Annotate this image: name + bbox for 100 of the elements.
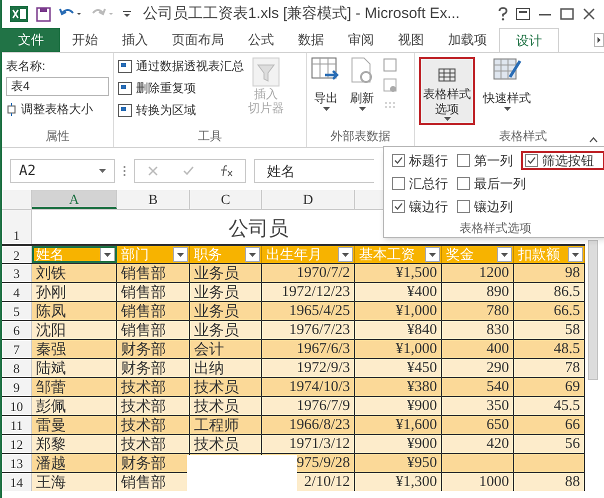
caret-icon bbox=[504, 107, 510, 111]
caret-icon bbox=[358, 107, 366, 111]
drag-handle-icon bbox=[123, 165, 126, 177]
checkbox[interactable] bbox=[457, 200, 470, 213]
header-text: 姓名 bbox=[36, 246, 64, 263]
column-header[interactable]: B bbox=[117, 190, 190, 209]
ribbon-tab[interactable]: 开始 bbox=[60, 28, 110, 52]
help-icon[interactable] bbox=[498, 7, 508, 21]
window-title: 公司员工工资表1.xls [兼容模式] - Microsoft Ex... bbox=[143, 4, 460, 24]
style-option[interactable]: 第一列 bbox=[453, 151, 521, 170]
tool-icon bbox=[118, 60, 132, 72]
filter-dropdown-icon[interactable] bbox=[425, 247, 440, 262]
name-box[interactable]: A2 bbox=[10, 159, 115, 183]
table-name-field[interactable]: 表4 bbox=[6, 77, 109, 96]
style-option[interactable]: 汇总行 bbox=[388, 174, 453, 193]
formula-field[interactable]: 姓名 bbox=[254, 159, 374, 183]
collapse-ribbon-icon[interactable] bbox=[589, 137, 598, 143]
row-number[interactable]: 5 bbox=[2, 302, 32, 320]
ribbon-tab[interactable]: 视图 bbox=[386, 28, 436, 52]
style-option[interactable]: 镶边列 bbox=[453, 197, 521, 216]
ribbon-tab[interactable]: 公式 bbox=[236, 28, 286, 52]
style-option[interactable]: 标题行 bbox=[388, 151, 453, 170]
scroll-right-icon[interactable] bbox=[594, 33, 604, 47]
style-option[interactable]: 镶边行 bbox=[388, 197, 453, 216]
filter-dropdown-icon[interactable] bbox=[100, 247, 115, 262]
group-label: 表格样式选项 bbox=[458, 220, 532, 237]
tool-icon bbox=[118, 104, 132, 116]
table-cell: 王海 bbox=[32, 473, 117, 491]
row-number[interactable]: 14 bbox=[2, 473, 32, 491]
table-name-label: 表名称: bbox=[6, 58, 46, 75]
caret-icon bbox=[322, 107, 330, 111]
table-grid-icon bbox=[438, 67, 456, 83]
caret-icon bbox=[99, 169, 106, 173]
row-number[interactable]: 12 bbox=[2, 435, 32, 453]
header-text: 基本工资 bbox=[359, 246, 415, 263]
filter-dropdown-icon[interactable] bbox=[568, 247, 583, 262]
scrollbar-thumb[interactable] bbox=[588, 240, 598, 380]
resize-table-button[interactable]: 调整表格大小 bbox=[21, 100, 93, 118]
save-icon[interactable] bbox=[36, 6, 51, 22]
ribbon-tab[interactable]: 加载项 bbox=[436, 28, 499, 52]
style-options-button[interactable]: 表格样式 选项 bbox=[419, 57, 475, 125]
filter-dropdown-icon[interactable] bbox=[338, 247, 353, 262]
filter-dropdown-icon[interactable] bbox=[245, 247, 260, 262]
row-number[interactable]: 11 bbox=[2, 416, 32, 434]
group-label: 属性 bbox=[44, 128, 70, 145]
sheet-title: 公司员 bbox=[228, 217, 288, 242]
row-number[interactable]: 9 bbox=[2, 378, 32, 396]
row-number[interactable]: 13 bbox=[2, 454, 32, 472]
header-text: 职务 bbox=[194, 246, 222, 263]
checkbox[interactable] bbox=[392, 177, 405, 190]
column-header[interactable]: C bbox=[190, 190, 262, 209]
group-label: 外部表数据 bbox=[330, 128, 392, 145]
header-text: 奖金 bbox=[446, 246, 474, 263]
row-number[interactable]: 6 bbox=[2, 321, 32, 339]
resize-icon bbox=[6, 102, 17, 116]
ribbon-display-icon[interactable] bbox=[516, 8, 530, 20]
row-number[interactable]: 8 bbox=[2, 359, 32, 377]
ribbon-tab[interactable]: 设计 bbox=[499, 28, 559, 52]
row-number[interactable]: 4 bbox=[2, 283, 32, 301]
quick-styles-button[interactable]: 快速样式 bbox=[483, 57, 531, 111]
slicer-icon bbox=[252, 57, 280, 87]
group-label: 表格样式 bbox=[498, 128, 548, 145]
tool-button[interactable]: 转换为区域 bbox=[136, 101, 196, 119]
tool-button[interactable]: 通过数据透视表汇总 bbox=[136, 57, 244, 75]
column-header[interactable]: D bbox=[262, 190, 355, 209]
ribbon-tab[interactable]: 文件 bbox=[2, 28, 60, 52]
checkbox[interactable] bbox=[392, 154, 405, 167]
maximize-icon[interactable] bbox=[560, 8, 574, 20]
row-number[interactable]: 10 bbox=[2, 397, 32, 415]
ribbon-tab[interactable]: 审阅 bbox=[336, 28, 386, 52]
excel-logo-icon bbox=[10, 6, 28, 22]
row-number[interactable]: 3 bbox=[2, 264, 32, 282]
row-number[interactable]: 7 bbox=[2, 340, 32, 358]
checkbox[interactable] bbox=[457, 177, 470, 190]
row-number[interactable]: 1 bbox=[2, 210, 32, 244]
style-option[interactable]: 筛选按钮 bbox=[521, 151, 604, 170]
export-button[interactable]: 导出 bbox=[311, 57, 341, 111]
table-cell: ¥1,300 bbox=[355, 473, 442, 491]
checkbox[interactable] bbox=[392, 200, 405, 213]
ribbon-tab[interactable]: 插入 bbox=[110, 28, 160, 52]
refresh-button[interactable]: 刷新 bbox=[349, 57, 375, 111]
header-text: 扣款额 bbox=[518, 246, 560, 263]
row-number[interactable]: 2 bbox=[2, 246, 32, 263]
ribbon-tab[interactable]: 数据 bbox=[286, 28, 336, 52]
ribbon-tab[interactable]: 页面布局 bbox=[160, 28, 236, 52]
filter-dropdown-icon[interactable] bbox=[497, 247, 512, 262]
caret-icon bbox=[444, 117, 450, 121]
column-header[interactable]: A bbox=[32, 190, 117, 209]
tool-button[interactable]: 删除重复项 bbox=[136, 79, 196, 97]
tool-icon bbox=[118, 82, 132, 94]
table-cell: 1000 bbox=[442, 473, 514, 491]
header-text: 出生年月 bbox=[266, 246, 322, 263]
table-cell: 88 bbox=[514, 473, 585, 491]
filter-dropdown-icon[interactable] bbox=[173, 247, 188, 262]
checkbox[interactable] bbox=[457, 154, 470, 167]
checkbox[interactable] bbox=[525, 154, 538, 167]
close-icon[interactable] bbox=[582, 8, 596, 20]
refresh-icon bbox=[349, 57, 375, 85]
customize-toolbar-icon[interactable] bbox=[123, 10, 131, 18]
insert-function-icon[interactable] bbox=[218, 165, 232, 177]
